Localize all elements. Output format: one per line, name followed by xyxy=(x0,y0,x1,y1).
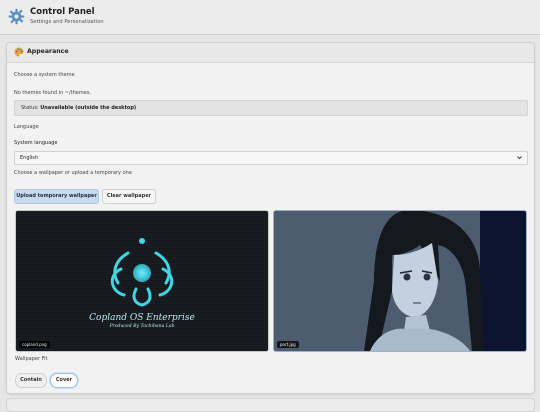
language-select[interactable]: English xyxy=(14,151,528,165)
wallpaper-filename: copland.png xyxy=(19,341,50,348)
wallpaper-thumb-copland[interactable]: Copland OS Enterprise Produced By Tachib… xyxy=(15,210,269,352)
status-value: Unavailable (outside the desktop) xyxy=(40,105,137,111)
palette-icon xyxy=(14,47,24,57)
language-heading: Language xyxy=(14,124,39,130)
wallpaper-filename: port.jpg xyxy=(277,341,299,348)
chevron-down-icon xyxy=(517,156,522,160)
app-header: Control Panel Settings and Personalizati… xyxy=(0,0,540,35)
copland-logo-image xyxy=(16,211,268,351)
fit-cover-button[interactable]: Cover xyxy=(50,373,78,388)
clear-wallpaper-button[interactable]: Clear wallpaper xyxy=(102,189,156,204)
no-themes-text: No themes found in ~/themes. xyxy=(14,90,92,96)
wallpaper-fit-label: Wallpaper Fit xyxy=(15,356,48,362)
app-title: Control Panel xyxy=(30,7,95,17)
next-panel-header[interactable] xyxy=(6,398,535,412)
system-language-label: System language xyxy=(14,140,58,146)
language-select-value: English xyxy=(20,155,39,161)
portrait-image xyxy=(274,211,526,351)
upload-wallpaper-button[interactable]: Upload temporary wallpaper xyxy=(14,189,99,204)
status-text: Status: Unavailable (outside the desktop… xyxy=(21,105,136,111)
copland-title: Copland OS Enterprise xyxy=(89,313,195,323)
copland-subtitle: Produced By Tachibana Lab xyxy=(109,324,175,329)
panel-title: Appearance xyxy=(27,48,69,55)
status-bar: Status: Unavailable (outside the desktop… xyxy=(14,100,528,116)
appearance-panel-header[interactable]: Appearance xyxy=(7,43,534,63)
app-subtitle: Settings and Personalization xyxy=(30,19,104,25)
fit-contain-button[interactable]: Contain xyxy=(15,373,47,388)
wallpaper-thumb-port[interactable]: port.jpg xyxy=(273,210,527,352)
wallpaper-label: Choose a wallpaper or upload a temporary… xyxy=(14,170,132,176)
theme-label: Choose a system theme xyxy=(14,72,75,78)
appearance-panel: Appearance Choose a system theme No them… xyxy=(6,42,535,394)
status-label: Status: xyxy=(21,105,39,111)
gear-icon xyxy=(8,8,25,25)
